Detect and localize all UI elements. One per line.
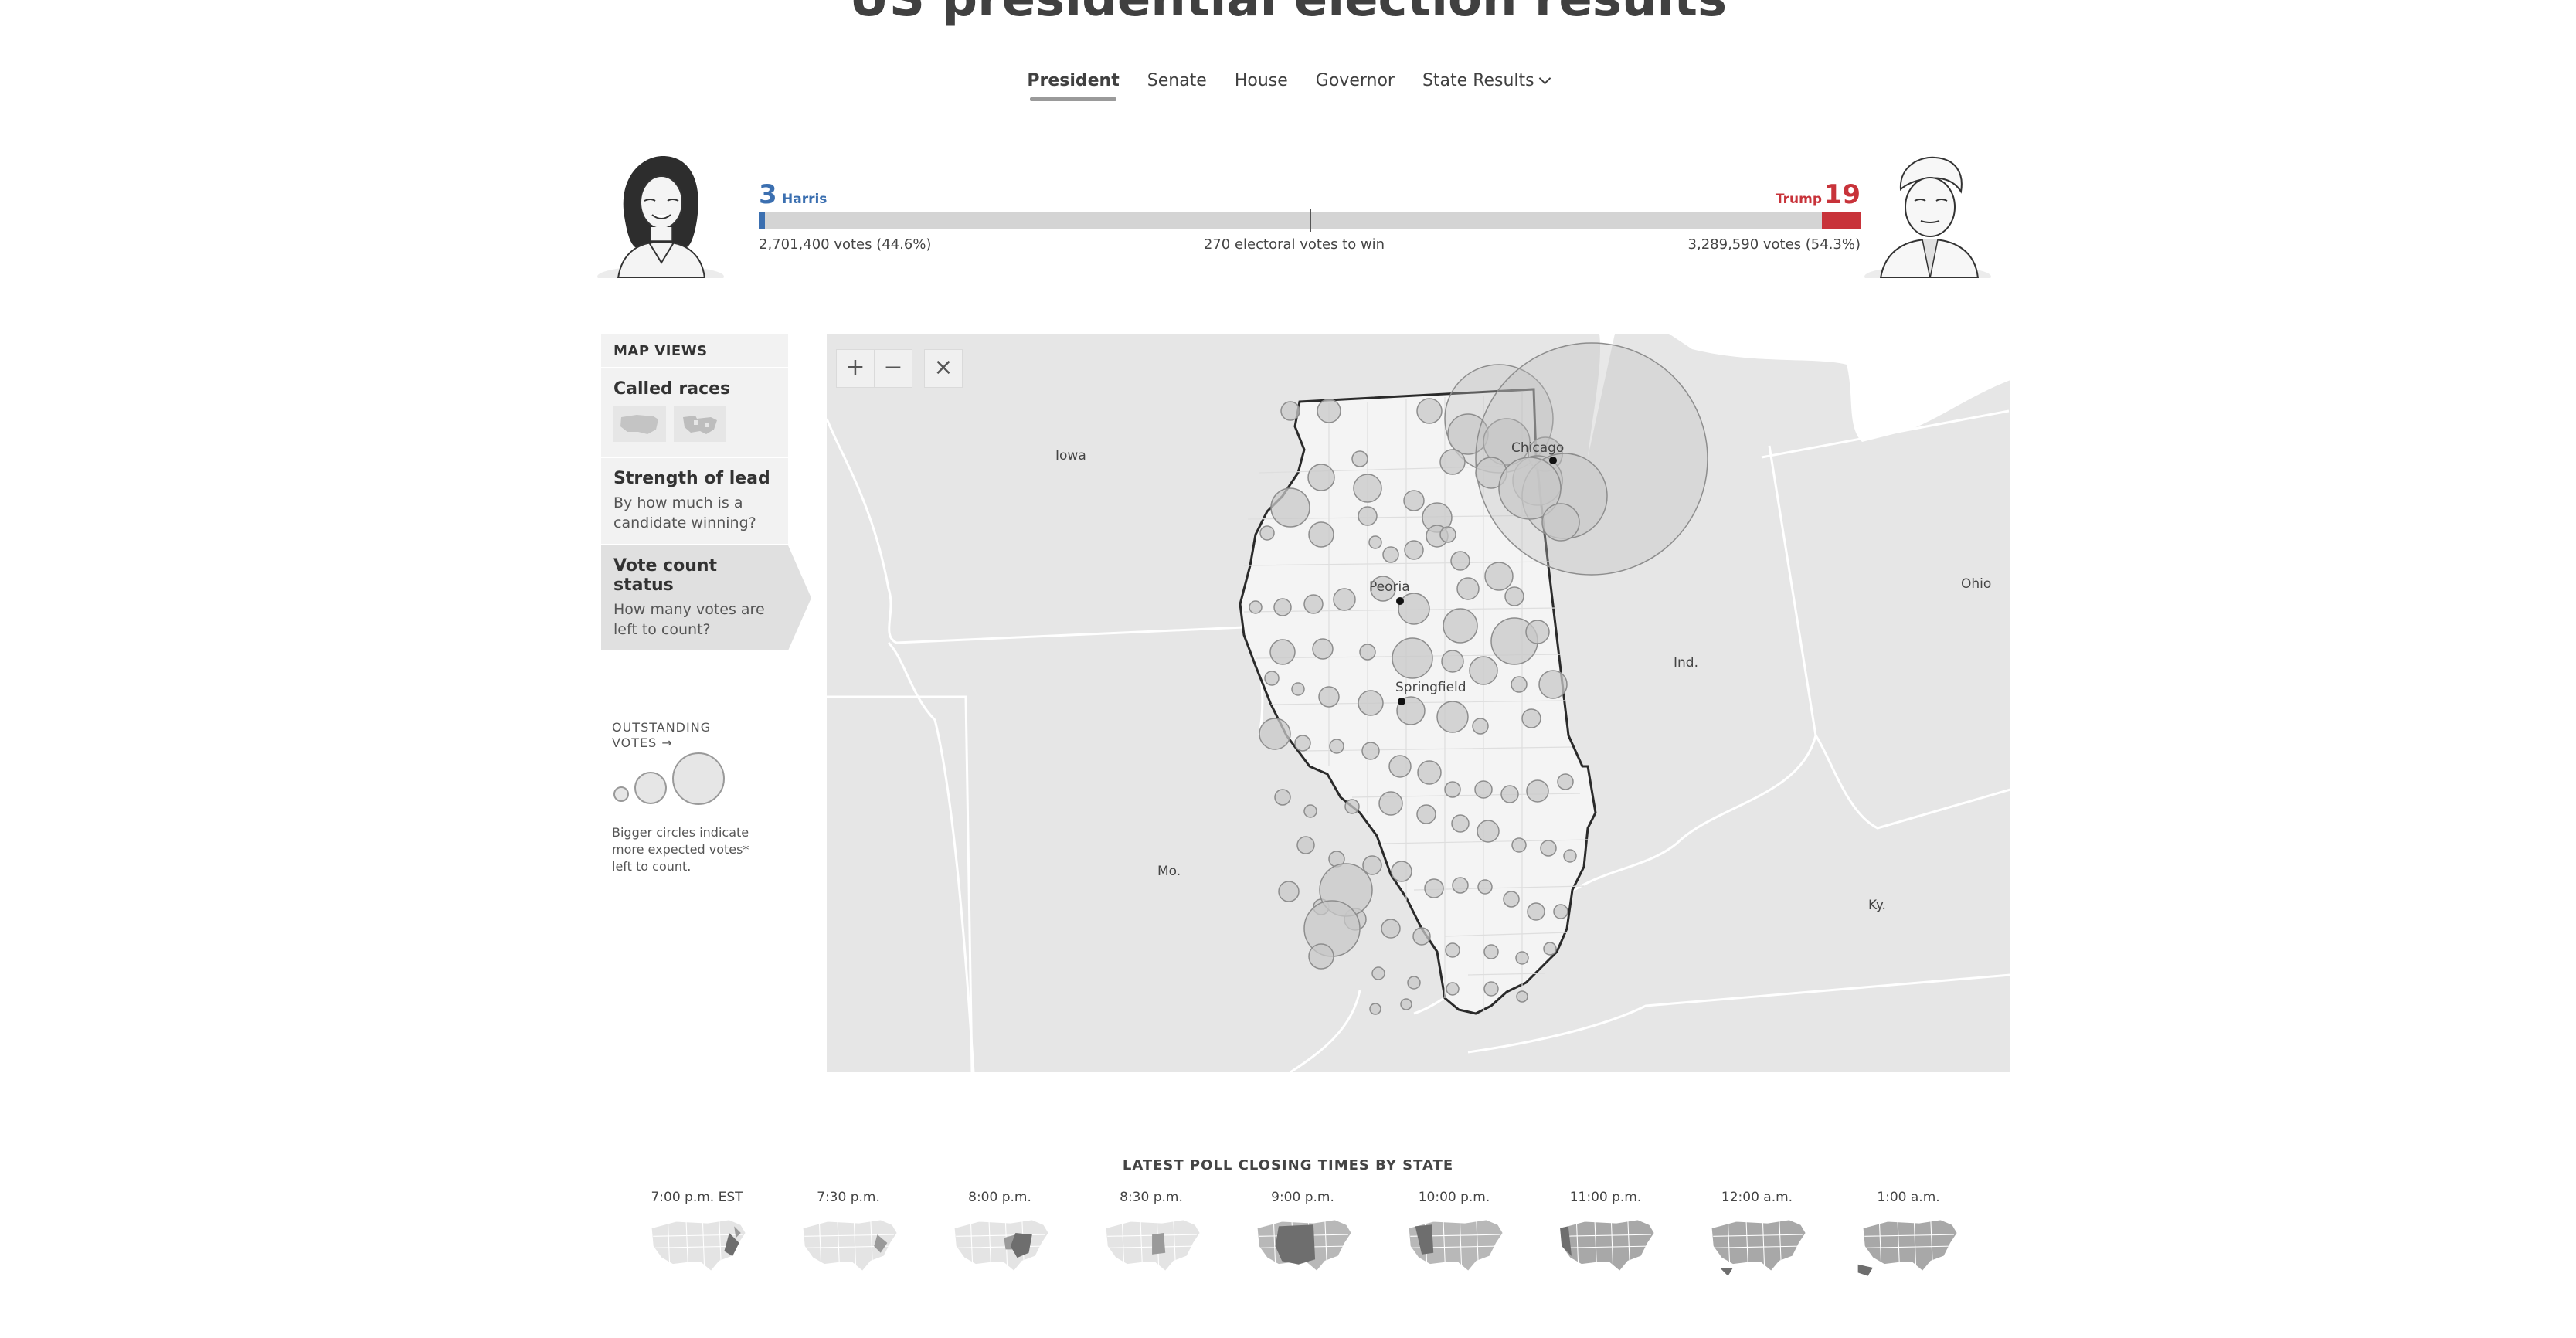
view-vote-count-status[interactable]: Vote count status How many votes are lef… xyxy=(601,544,811,650)
us-mini-map xyxy=(953,1219,1049,1272)
tab-state-results[interactable]: State Results xyxy=(1421,68,1551,101)
trump-bar-fill xyxy=(1821,212,1861,229)
electoral-scoreboard: 3 Harris Trump 19 2,701,400 votes (44.6%… xyxy=(595,147,1993,278)
us-mini-map xyxy=(1559,1219,1655,1272)
poll-closing-times: LATEST POLL CLOSING TIMES BY STATE 7:00 … xyxy=(0,1157,2576,1276)
poll-closing-item: 10:00 p.m. xyxy=(1392,1190,1516,1283)
map-views-header: MAP VIEWS xyxy=(601,334,788,367)
us-mini-map xyxy=(1256,1219,1352,1272)
reset-map-button[interactable]: × xyxy=(924,349,963,388)
poll-closing-time: 10:00 p.m. xyxy=(1418,1190,1490,1205)
view-strength-of-lead-desc: By how much is a candidate winning? xyxy=(613,494,756,531)
state-label-missouri: Mo. xyxy=(1157,864,1181,879)
us-mini-map xyxy=(1408,1219,1504,1272)
poll-closing-title: LATEST POLL CLOSING TIMES BY STATE xyxy=(1122,1157,1454,1173)
state-label-kentucky: Ky. xyxy=(1868,898,1886,913)
us-mini-map xyxy=(1105,1219,1201,1272)
chevron-down-icon xyxy=(1538,72,1551,85)
poll-closing-item: 8:00 p.m. xyxy=(938,1190,1062,1283)
trump-electoral-votes: 19 xyxy=(1823,179,1861,210)
poll-closing-row: 7:00 p.m. EST 7:30 p.m. 8:00 p.m. 8:30 p.m.… xyxy=(635,1190,1987,1298)
state-label-ohio: Ohio xyxy=(1961,576,1992,592)
us-mini-map xyxy=(1711,1219,1806,1276)
poll-closing-item: 7:30 p.m. xyxy=(787,1190,910,1283)
city-label-springfield: Springfield xyxy=(1395,680,1466,695)
poll-closing-time: 8:00 p.m. xyxy=(968,1190,1031,1205)
chicago-marker xyxy=(1549,457,1557,464)
district-map-icon xyxy=(683,416,718,434)
district-map-thumbnail[interactable] xyxy=(674,406,727,442)
us-map-icon xyxy=(620,415,658,434)
view-strength-of-lead[interactable]: Strength of lead By how much is a candid… xyxy=(601,457,788,544)
poll-closing-time: 1:00 a.m. xyxy=(1877,1190,1940,1205)
poll-closing-time: 11:00 p.m. xyxy=(1569,1190,1642,1205)
poll-closing-item: 11:00 p.m. xyxy=(1544,1190,1667,1283)
tab-president[interactable]: President xyxy=(1025,68,1120,101)
poll-closing-item: 7:00 p.m. EST xyxy=(635,1190,759,1283)
outstanding-votes-legend: OUTSTANDING VOTES → Bigger circles indic… xyxy=(612,720,766,875)
poll-closing-item: 12:00 a.m. xyxy=(1695,1190,1819,1283)
legend-label-line2: VOTES → xyxy=(612,735,673,750)
poll-closing-item: 9:00 p.m. xyxy=(1241,1190,1364,1283)
tab-senate[interactable]: Senate xyxy=(1146,68,1208,101)
poll-closing-time: 9:00 p.m. xyxy=(1271,1190,1334,1205)
race-tabs: President Senate House Governor State Re… xyxy=(0,68,2576,101)
zoom-out-button[interactable]: − xyxy=(874,349,912,388)
state-label-iowa: Iowa xyxy=(1055,448,1086,464)
poll-closing-time: 12:00 a.m. xyxy=(1721,1190,1793,1205)
trump-portrait xyxy=(1864,156,1991,278)
trump-popular-votes: 3,289,590 votes (54.3%) xyxy=(1687,236,1861,253)
harris-portrait xyxy=(597,156,724,278)
us-mini-map xyxy=(651,1219,746,1272)
view-vote-count-status-title: Vote count status xyxy=(613,556,718,595)
view-vote-count-status-desc: How many votes are left to count? xyxy=(613,601,765,638)
harris-electoral-votes: 3 xyxy=(759,179,777,210)
tab-state-results-label: State Results xyxy=(1422,71,1534,90)
poll-closing-item: 8:30 p.m. xyxy=(1089,1190,1213,1283)
poll-closing-time: 7:00 p.m. EST xyxy=(651,1190,743,1205)
city-label-chicago: Chicago xyxy=(1511,440,1565,456)
springfield-marker xyxy=(1398,698,1405,705)
legend-label-line1: OUTSTANDING xyxy=(612,720,712,735)
us-map-thumbnail[interactable] xyxy=(613,406,666,442)
trump-name: Trump xyxy=(1775,192,1822,207)
poll-closing-item: 1:00 a.m. xyxy=(1847,1190,1970,1283)
us-mini-map xyxy=(1857,1219,1958,1276)
city-label-peoria: Peoria xyxy=(1369,579,1410,595)
state-label-indiana: Ind. xyxy=(1674,655,1698,671)
map-views-sidebar: MAP VIEWS Called races Strength of lead … xyxy=(601,334,811,650)
peoria-marker xyxy=(1396,597,1404,605)
tab-governor[interactable]: Governor xyxy=(1314,68,1396,101)
threshold-marker xyxy=(1310,209,1311,232)
page-title: US presidential election results xyxy=(0,0,2576,28)
poll-closing-time: 7:30 p.m. xyxy=(817,1190,880,1205)
tab-house[interactable]: House xyxy=(1233,68,1290,101)
legend-note: Bigger circles indicate more expected vo… xyxy=(612,825,749,874)
view-called-races-title: Called races xyxy=(613,379,731,399)
harris-bar-fill xyxy=(759,212,765,229)
zoom-in-button[interactable]: + xyxy=(836,349,875,388)
harris-name: Harris xyxy=(782,192,828,207)
us-mini-map xyxy=(802,1219,898,1272)
view-strength-of-lead-title: Strength of lead xyxy=(613,469,770,488)
view-called-races[interactable]: Called races xyxy=(601,367,788,457)
poll-closing-time: 8:30 p.m. xyxy=(1120,1190,1183,1205)
legend-circles xyxy=(613,752,725,805)
electoral-vote-bar xyxy=(759,209,1861,232)
illinois-map[interactable]: + − × Iowa Mo. Ind. Ohio Ky. Chicago Peo… xyxy=(827,334,2010,1072)
city-markers xyxy=(1396,457,1557,705)
